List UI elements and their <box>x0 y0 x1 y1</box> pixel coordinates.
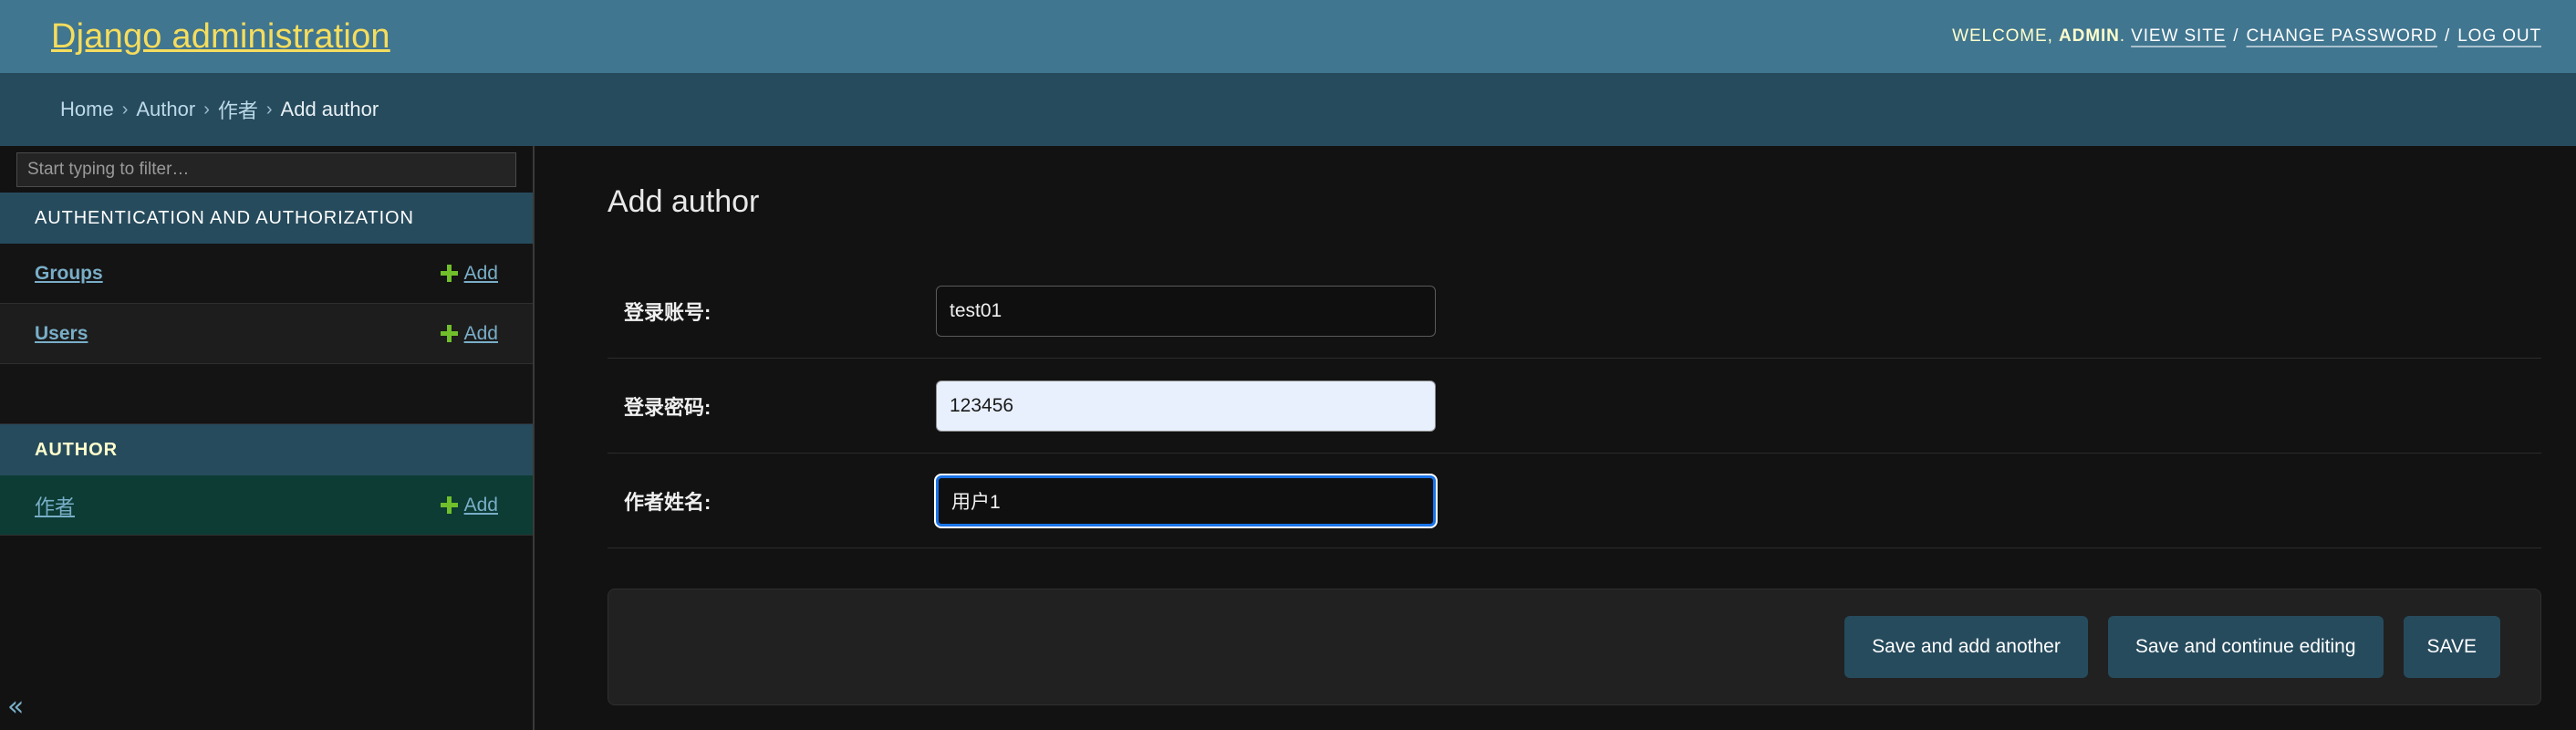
label-author-name: 作者姓名: <box>624 490 712 514</box>
submit-row: Save and add another Save and continue e… <box>608 589 2541 705</box>
sidebar-item-groups[interactable]: Groups <box>35 263 103 285</box>
page-title: Add author <box>608 184 760 219</box>
form-row-login-password: 登录密码: <box>608 359 2541 454</box>
breadcrumb-item-current: Add author <box>280 98 379 120</box>
app-block-auth: AUTHENTICATION AND AUTHORIZATION Groups … <box>0 193 533 424</box>
site-title[interactable]: Django administration <box>51 19 390 54</box>
change-password-link[interactable]: CHANGE PASSWORD <box>2246 26 2437 47</box>
breadcrumb: Home › Author › 作者 › Add author <box>0 73 2576 146</box>
add-author-link[interactable]: Add <box>440 494 498 516</box>
sidebar-model-row-users[interactable]: Users Add <box>0 304 533 364</box>
nav-filter-wrapper <box>0 146 533 193</box>
author-name-input[interactable] <box>936 474 1436 527</box>
user-tools-separator-2: / <box>2445 26 2451 46</box>
app-block-author: AUTHOR 作者 Add <box>0 424 533 536</box>
app-header-author[interactable]: AUTHOR <box>0 424 533 475</box>
form-row-author-name: 作者姓名: <box>608 454 2541 548</box>
save-and-add-another-button[interactable]: Save and add another <box>1844 616 2088 678</box>
save-button[interactable]: SAVE <box>2403 616 2500 678</box>
author-form: 登录账号: 登录密码: 作者姓名: Save and add another S… <box>608 264 2541 705</box>
breadcrumb-separator: › <box>265 99 273 120</box>
add-author-label: Add <box>463 494 498 516</box>
add-users-link[interactable]: Add <box>440 322 498 345</box>
breadcrumb-item-author-model[interactable]: 作者 <box>218 95 258 124</box>
label-login-password: 登录密码: <box>624 395 712 419</box>
form-row-login-account: 登录账号: <box>608 264 2541 359</box>
plus-icon <box>440 325 458 342</box>
view-site-link[interactable]: VIEW SITE <box>2131 26 2226 47</box>
nav-sidebar: AUTHENTICATION AND AUTHORIZATION Groups … <box>0 146 535 730</box>
log-out-link[interactable]: LOG OUT <box>2457 26 2541 47</box>
sidebar-filler <box>0 536 533 730</box>
plus-icon <box>440 496 458 514</box>
login-password-input[interactable] <box>936 380 1436 432</box>
sidebar-collapse-icon[interactable]: « <box>7 694 24 721</box>
nav-filter-input[interactable] <box>16 152 516 187</box>
user-tools: WELCOME, ADMIN . VIEW SITE / CHANGE PASS… <box>1952 26 2541 47</box>
save-and-continue-editing-button[interactable]: Save and continue editing <box>2107 616 2384 678</box>
label-login-account: 登录账号: <box>624 300 712 324</box>
add-groups-link[interactable]: Add <box>440 262 498 285</box>
add-users-label: Add <box>463 322 498 344</box>
page-body: AUTHENTICATION AND AUTHORIZATION Groups … <box>0 146 2576 730</box>
breadcrumb-item-author-app[interactable]: Author <box>136 98 195 121</box>
plus-icon <box>440 265 458 282</box>
site-header: Django administration WELCOME, ADMIN . V… <box>0 0 2576 73</box>
sidebar-model-row-author[interactable]: 作者 Add <box>0 475 533 536</box>
sidebar-model-row-groups[interactable]: Groups Add <box>0 244 533 304</box>
user-tools-separator-1: / <box>2233 26 2239 46</box>
add-groups-label: Add <box>463 262 498 284</box>
sidebar-spacer-row <box>0 364 533 424</box>
welcome-text: WELCOME, <box>1952 26 2053 46</box>
sidebar-item-author[interactable]: 作者 <box>35 491 75 520</box>
app-header-auth[interactable]: AUTHENTICATION AND AUTHORIZATION <box>0 193 533 244</box>
login-account-input[interactable] <box>936 285 1436 337</box>
content-main: Add author 登录账号: 登录密码: 作者姓名: Save and ad… <box>535 146 2576 730</box>
sidebar-item-users[interactable]: Users <box>35 323 88 345</box>
breadcrumb-item-home[interactable]: Home <box>60 98 114 121</box>
current-username: ADMIN <box>2058 26 2120 46</box>
breadcrumb-separator: › <box>121 99 129 120</box>
breadcrumb-separator: › <box>203 99 210 120</box>
